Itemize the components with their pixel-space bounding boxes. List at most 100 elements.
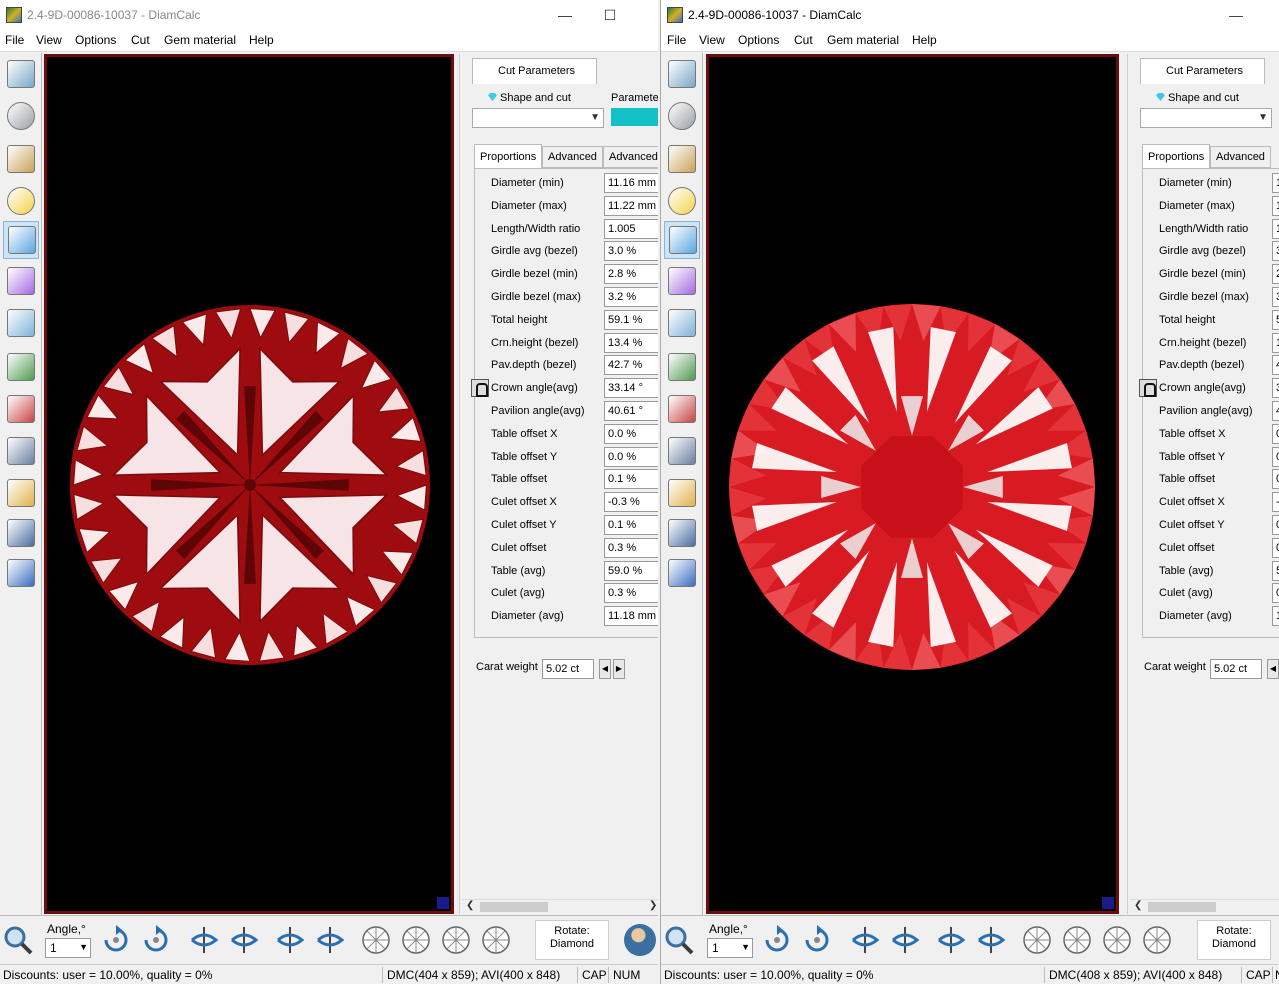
- rotate-cw-icon[interactable]: [100, 924, 132, 956]
- word-doc-tool-button[interactable]: [3, 555, 39, 593]
- tab-cut-parameters[interactable]: Cut Parameters: [1140, 58, 1265, 84]
- video-record-tool-button[interactable]: [664, 391, 700, 429]
- shape-select[interactable]: ▼: [1140, 108, 1272, 128]
- rotate-ccw-icon[interactable]: [140, 924, 172, 956]
- param-value-field[interactable]: 0.0 %: [604, 446, 658, 467]
- param-value-field[interactable]: 0: [1272, 537, 1279, 558]
- light-bulb-tool-button[interactable]: [664, 183, 700, 221]
- param-value-field[interactable]: 59.1 %: [604, 309, 658, 330]
- param-value-field[interactable]: 11.22 mm: [604, 195, 658, 216]
- diamond-ball-tool-button[interactable]: [3, 98, 39, 136]
- video-play-tool-button[interactable]: [3, 349, 39, 387]
- resize-corner[interactable]: [1102, 897, 1114, 909]
- menu-cut[interactable]: Cut: [794, 33, 813, 47]
- angle-select[interactable]: 1 ▼: [707, 938, 753, 958]
- view-pavilion-icon[interactable]: [1141, 924, 1173, 956]
- scroll-thumb[interactable]: [480, 902, 548, 912]
- param-value-field[interactable]: 1: [1272, 332, 1279, 353]
- param-value-field[interactable]: -: [1272, 492, 1279, 513]
- lock-icon[interactable]: [1139, 379, 1157, 398]
- param-value-field[interactable]: 0.3 %: [604, 583, 658, 604]
- view-faceted-icon[interactable]: [440, 924, 472, 956]
- light-bulb-tool-button[interactable]: [3, 183, 39, 221]
- param-value-field[interactable]: 0.1 %: [604, 515, 658, 535]
- resize-corner[interactable]: [437, 897, 449, 909]
- save-disk-tool-button[interactable]: [664, 515, 700, 553]
- flip-horizontal-alt-icon[interactable]: [889, 924, 921, 956]
- tab-advanced-1[interactable]: Advanced: [1210, 146, 1271, 168]
- scroll-right-icon[interactable]: ❯: [649, 900, 657, 911]
- view-side-icon[interactable]: [1061, 924, 1093, 956]
- carat-weight-field[interactable]: 5.02 ct: [542, 659, 594, 679]
- magnify-icon[interactable]: [2, 924, 34, 956]
- param-value-field[interactable]: 42.7 %: [604, 355, 658, 376]
- menu-gem-material[interactable]: Gem material: [827, 33, 899, 47]
- param-value-field[interactable]: 33.14 °: [604, 378, 658, 399]
- angle-select[interactable]: 1 ▼: [45, 938, 91, 958]
- menu-help[interactable]: Help: [912, 33, 937, 47]
- paint-bucket-tool-button[interactable]: [664, 141, 700, 179]
- open-folder-tool-button[interactable]: [3, 475, 39, 513]
- param-value-field[interactable]: 4: [1272, 401, 1279, 421]
- scroll-left-icon[interactable]: ❮: [1134, 900, 1142, 911]
- diamond-ball-tool-button[interactable]: [664, 98, 700, 136]
- param-value-field[interactable]: 59.0 %: [604, 560, 658, 581]
- prism-spectrum-tool-button[interactable]: [664, 263, 700, 301]
- view-top-icon[interactable]: [360, 924, 392, 956]
- carat-increase-button[interactable]: ▶: [613, 659, 625, 679]
- save-disk-tool-button[interactable]: [3, 515, 39, 553]
- param-value-field[interactable]: -0.3 %: [604, 492, 658, 513]
- flip-horizontal-icon[interactable]: [188, 924, 220, 956]
- carat-decrease-button[interactable]: ◀: [599, 659, 611, 679]
- maximize-button[interactable]: ☐: [599, 4, 621, 26]
- param-value-field[interactable]: 2.8 %: [604, 264, 658, 285]
- menu-options[interactable]: Options: [75, 33, 116, 47]
- param-value-field[interactable]: 0.1 %: [604, 469, 658, 490]
- param-value-field[interactable]: 1: [1272, 218, 1279, 239]
- param-value-field[interactable]: 0: [1272, 423, 1279, 444]
- menu-gem-material[interactable]: Gem material: [164, 33, 236, 47]
- param-value-field[interactable]: 0: [1272, 446, 1279, 467]
- param-value-field[interactable]: 3: [1272, 287, 1279, 307]
- rotate-diamond-button[interactable]: Rotate: Diamond: [535, 920, 609, 960]
- scroll-left-icon[interactable]: ❮: [466, 900, 474, 911]
- param-value-field[interactable]: 11.18 mm: [604, 606, 658, 627]
- param-value-field[interactable]: 0: [1272, 583, 1279, 604]
- flip-horizontal-icon[interactable]: [849, 924, 881, 956]
- minimize-button[interactable]: —: [1225, 4, 1247, 26]
- carat-weight-field[interactable]: 5.02 ct: [1210, 659, 1262, 679]
- param-value-field[interactable]: 5: [1272, 309, 1279, 330]
- parameter-field[interactable]: 1: [611, 108, 658, 126]
- menu-view[interactable]: View: [699, 33, 725, 47]
- minimize-button[interactable]: —: [554, 4, 576, 26]
- flip-horizontal-alt-icon[interactable]: [228, 924, 260, 956]
- param-value-field[interactable]: 1.005: [604, 218, 658, 239]
- view-pavilion-icon[interactable]: [480, 924, 512, 956]
- view-top-icon[interactable]: [1021, 924, 1053, 956]
- tab-cut-parameters[interactable]: Cut Parameters: [472, 58, 597, 84]
- menu-file[interactable]: File: [667, 33, 686, 47]
- lock-icon[interactable]: [471, 379, 489, 398]
- scroll-thumb[interactable]: [1148, 902, 1216, 912]
- diamond-photo-tool-button[interactable]: [664, 305, 700, 343]
- menu-cut[interactable]: Cut: [131, 33, 150, 47]
- rotate-cw-icon[interactable]: [761, 924, 793, 956]
- diamond-wheel-tool-button[interactable]: [3, 433, 39, 471]
- param-value-field[interactable]: 3: [1272, 241, 1279, 262]
- view-faceted-icon[interactable]: [1101, 924, 1133, 956]
- diamond-view-tool-button[interactable]: [3, 56, 39, 94]
- magnify-icon[interactable]: [663, 924, 695, 956]
- diamond-view-tool-button[interactable]: [664, 56, 700, 94]
- tab-proportions[interactable]: Proportions: [474, 144, 542, 168]
- diamond-viewport[interactable]: [44, 54, 454, 914]
- param-value-field[interactable]: 5: [1272, 560, 1279, 581]
- rotate-ccw-icon[interactable]: [801, 924, 833, 956]
- param-value-field[interactable]: 0: [1272, 515, 1279, 535]
- sparkle-diamond-tool-button[interactable]: [3, 221, 39, 259]
- tilt-right-icon[interactable]: [975, 924, 1007, 956]
- diamond-viewport[interactable]: [706, 54, 1119, 914]
- tab-advanced-1[interactable]: Advanced: [542, 146, 603, 168]
- param-value-field[interactable]: 3: [1272, 378, 1279, 399]
- video-record-tool-button[interactable]: [3, 391, 39, 429]
- param-value-field[interactable]: 1: [1272, 173, 1279, 193]
